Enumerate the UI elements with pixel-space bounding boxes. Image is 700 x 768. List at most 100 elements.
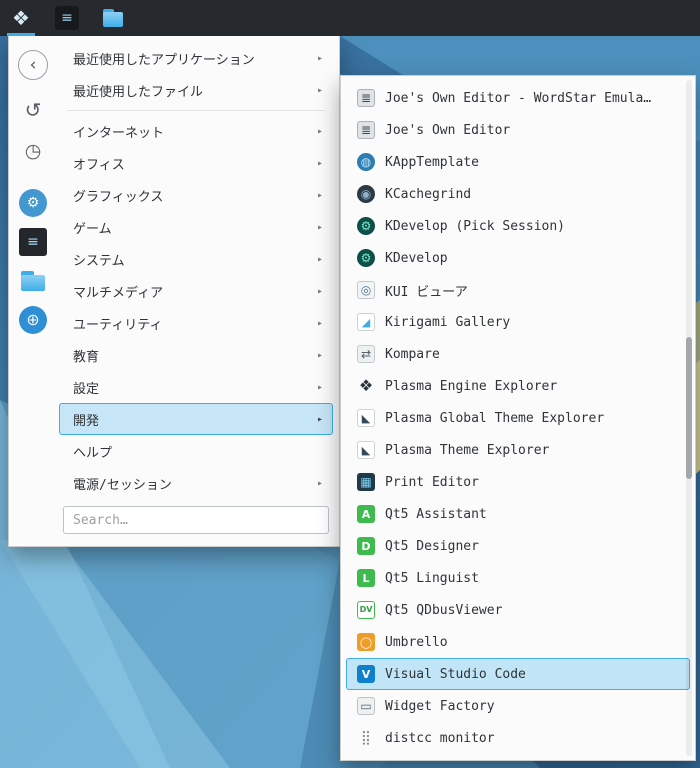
app-item[interactable]: V Visual Studio Code bbox=[346, 658, 690, 690]
category-item[interactable]: システム ▸ bbox=[59, 243, 333, 275]
app-item[interactable]: ◉ KCachegrind bbox=[346, 178, 690, 210]
kcachegrind-icon: ◉ bbox=[357, 185, 375, 203]
category-item[interactable]: 設定 ▸ bbox=[59, 371, 333, 403]
launcher-category-list: 最近使用したアプリケーション ▸ 最近使用したファイル ▸ インターネット ▸ オフィス ▸ グ… bbox=[57, 36, 339, 546]
app-label: Qt5 QDbusViewer bbox=[385, 602, 503, 618]
panel-terminal-button[interactable]: ≡ bbox=[52, 3, 82, 33]
app-item[interactable]: L Qt5 Linguist bbox=[346, 562, 690, 594]
category-label: マルチメディア bbox=[73, 285, 164, 301]
category-item[interactable]: ゲーム ▸ bbox=[59, 211, 333, 243]
app-item[interactable]: D Qt5 Designer bbox=[346, 530, 690, 562]
favorite-terminal-icon[interactable]: ≡ bbox=[19, 228, 47, 256]
category-item[interactable]: 教育 ▸ bbox=[59, 339, 333, 371]
submenu-scrollbar-thumb[interactable] bbox=[686, 336, 692, 479]
category-label: 開発 bbox=[73, 413, 100, 429]
kdevelop-icon: ⚙ bbox=[357, 249, 375, 267]
app-label: Plasma Engine Explorer bbox=[385, 378, 558, 394]
favorite-browser-icon[interactable]: ⊕ bbox=[19, 306, 47, 334]
recent-apps-icon[interactable]: ↺ bbox=[19, 96, 47, 124]
category-label: 電源/セッション bbox=[73, 477, 172, 493]
category-label: グラフィックス bbox=[73, 189, 164, 205]
submenu-arrow-icon: ▸ bbox=[316, 157, 323, 169]
app-item[interactable]: ◣ Plasma Theme Explorer bbox=[346, 434, 690, 466]
app-item[interactable]: ◍ KAppTemplate bbox=[346, 146, 690, 178]
category-item[interactable]: 最近使用したファイル ▸ bbox=[59, 74, 333, 106]
submenu-arrow-icon: ▸ bbox=[316, 221, 323, 233]
app-label: Qt5 Assistant bbox=[385, 506, 487, 522]
app-item[interactable]: ◎ KUI ビューア bbox=[346, 274, 690, 306]
app-label: KAppTemplate bbox=[385, 154, 479, 170]
category-item[interactable]: 電源/セッション ▸ bbox=[59, 467, 333, 499]
app-item[interactable]: ◯ Umbrello bbox=[346, 626, 690, 658]
app-item[interactable]: ≣ Joe's Own Editor bbox=[346, 114, 690, 146]
submenu-arrow-icon: ▸ bbox=[316, 413, 323, 425]
app-item[interactable]: DV Qt5 QDbusViewer bbox=[346, 594, 690, 626]
app-label: KDevelop (Pick Session) bbox=[385, 218, 566, 234]
app-label: Plasma Global Theme Explorer bbox=[385, 410, 605, 426]
category-label: システム bbox=[73, 253, 125, 269]
kdevelop-icon: ⚙ bbox=[357, 217, 375, 235]
panel-app-launcher-button[interactable]: ❖ bbox=[6, 3, 36, 36]
submenu-arrow-icon: ▸ bbox=[316, 189, 323, 201]
app-label: Widget Factory bbox=[385, 698, 495, 714]
search-field-container bbox=[59, 506, 333, 534]
app-item[interactable]: ⣿ distcc monitor bbox=[346, 722, 690, 754]
app-item[interactable]: ▭ Widget Factory bbox=[346, 690, 690, 722]
submenu-arrow-icon: ▸ bbox=[316, 253, 323, 265]
favorite-system-settings-icon[interactable]: ⚙ bbox=[19, 189, 47, 217]
qt-assistant-icon: A bbox=[357, 505, 375, 523]
app-item[interactable]: ◢ Kirigami Gallery bbox=[346, 306, 690, 338]
app-label: Qt5 Designer bbox=[385, 538, 479, 554]
umbrello-icon: ◯ bbox=[357, 633, 375, 651]
category-label: ユーティリティ bbox=[73, 317, 163, 333]
plasma-theme-icon: ◣ bbox=[357, 409, 375, 427]
plasma-theme-icon: ◣ bbox=[357, 441, 375, 459]
vscode-icon: V bbox=[357, 665, 375, 683]
back-button[interactable]: ‹ bbox=[18, 50, 48, 80]
category-item[interactable]: グラフィックス ▸ bbox=[59, 179, 333, 211]
submenu-scrollbar-track[interactable] bbox=[686, 80, 692, 756]
print-editor-icon: ▦ bbox=[357, 473, 375, 491]
joe-editor-icon: ≣ bbox=[357, 89, 375, 107]
submenu-arrow-icon: ▸ bbox=[316, 349, 323, 361]
panel-file-manager-button[interactable] bbox=[98, 3, 128, 33]
category-label: 設定 bbox=[73, 381, 100, 397]
app-label: Joe's Own Editor bbox=[385, 122, 511, 138]
widget-factory-icon: ▭ bbox=[357, 697, 375, 715]
submenu-arrow-icon: ▸ bbox=[316, 381, 323, 393]
kirigami-icon: ◢ bbox=[357, 313, 375, 331]
launcher-sidebar: ‹ ↺ ◷ ⚙ ≡ ⊕ bbox=[9, 36, 57, 546]
app-item[interactable]: ▦ Print Editor bbox=[346, 466, 690, 498]
category-item[interactable]: 開発 ▸ bbox=[59, 403, 333, 435]
category-label: オフィス bbox=[73, 157, 125, 173]
app-label: Umbrello bbox=[385, 634, 448, 650]
category-item[interactable]: 最近使用したアプリケーション ▸ bbox=[59, 42, 333, 74]
kapptemplate-icon: ◍ bbox=[357, 153, 375, 171]
app-item[interactable]: ⚙ KDevelop bbox=[346, 242, 690, 274]
category-item[interactable]: インターネット ▸ bbox=[59, 115, 333, 147]
app-item[interactable]: ◣ Plasma Global Theme Explorer bbox=[346, 402, 690, 434]
app-item[interactable]: ≣ Joe's Own Editor - WordStar Emula… bbox=[346, 82, 690, 114]
active-task-indicator bbox=[7, 33, 35, 36]
submenu-arrow-icon: ▸ bbox=[316, 317, 323, 329]
category-label: 教育 bbox=[73, 349, 100, 365]
app-item[interactable]: ⚙ KDevelop (Pick Session) bbox=[346, 210, 690, 242]
app-label: Joe's Own Editor - WordStar Emula… bbox=[385, 90, 652, 106]
top-panel: ❖ ≡ bbox=[0, 0, 700, 36]
category-item[interactable]: ヘルプ bbox=[59, 435, 333, 467]
category-label: 最近使用したアプリケーション bbox=[73, 52, 255, 68]
app-item[interactable]: A Qt5 Assistant bbox=[346, 498, 690, 530]
app-item[interactable]: ❖ Plasma Engine Explorer bbox=[346, 370, 690, 402]
category-item[interactable]: オフィス ▸ bbox=[59, 147, 333, 179]
app-label: Visual Studio Code bbox=[385, 666, 526, 682]
search-input[interactable] bbox=[63, 506, 329, 534]
app-item[interactable]: ⇄ Kompare bbox=[346, 338, 690, 370]
category-item[interactable]: マルチメディア ▸ bbox=[59, 275, 333, 307]
submenu-arrow-icon: ▸ bbox=[316, 285, 323, 297]
favorite-file-manager-icon[interactable] bbox=[19, 267, 47, 295]
category-item[interactable]: ユーティリティ ▸ bbox=[59, 307, 333, 339]
recent-files-icon[interactable]: ◷ bbox=[19, 137, 47, 165]
kuiviewer-icon: ◎ bbox=[357, 281, 375, 299]
app-label: KDevelop bbox=[385, 250, 448, 266]
